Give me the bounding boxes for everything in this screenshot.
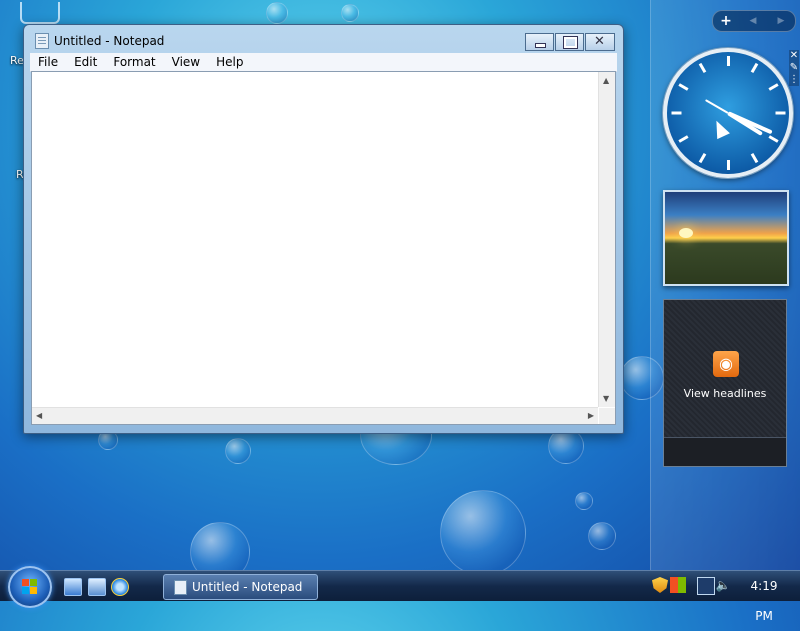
desktop-bubble xyxy=(588,522,616,550)
start-button[interactable] xyxy=(8,566,52,608)
clock-tick xyxy=(768,83,779,91)
scroll-down-icon[interactable]: ▼ xyxy=(603,394,609,403)
resize-grip-icon[interactable] xyxy=(599,408,615,424)
clock-tick xyxy=(775,111,786,115)
window-title: Untitled - Notepad xyxy=(54,34,165,48)
clock-tick xyxy=(678,83,689,91)
title-bar[interactable]: Untitled - Notepad ✕ xyxy=(24,25,623,55)
desktop-bubble xyxy=(266,2,288,24)
sidebar-controls: + ◀ ▶ xyxy=(712,10,796,32)
menu-help[interactable]: Help xyxy=(208,53,251,71)
clock-tick xyxy=(727,160,730,170)
notepad-icon xyxy=(35,33,49,49)
next-page-button[interactable]: ▶ xyxy=(767,16,795,26)
feed-headlines-gadget[interactable]: ◉ View headlines xyxy=(663,299,787,467)
security-shield-icon[interactable] xyxy=(652,577,668,593)
volume-muted-icon[interactable]: 🔈 xyxy=(715,577,731,593)
menu-file[interactable]: File xyxy=(30,53,66,71)
gadget-tools: ✕ ✎ ⋮ xyxy=(789,50,799,86)
slideshow-gadget[interactable] xyxy=(663,190,789,286)
notepad-icon xyxy=(174,580,187,595)
menu-view[interactable]: View xyxy=(164,53,208,71)
feed-footer xyxy=(664,437,786,466)
clock-gadget[interactable] xyxy=(663,48,793,178)
maximize-button[interactable] xyxy=(555,33,584,51)
clock-tick xyxy=(727,56,730,66)
vertical-scrollbar[interactable]: ▲ ▼ xyxy=(598,72,615,407)
previous-page-button[interactable]: ◀ xyxy=(739,16,767,26)
desktop-bubble xyxy=(575,492,593,510)
drag-handle-icon[interactable]: ⋮ xyxy=(789,74,799,86)
rss-icon: ◉ xyxy=(713,351,739,377)
desktop-bubble xyxy=(440,490,526,576)
add-gadget-button[interactable]: + xyxy=(713,13,739,29)
second-hand xyxy=(704,99,729,114)
taskbar: Untitled - Notepad 🔈 4:19 PM xyxy=(0,566,800,623)
windows-logo-icon xyxy=(22,579,38,595)
text-editor[interactable] xyxy=(32,72,598,407)
scroll-right-icon[interactable]: ▶ xyxy=(588,411,594,420)
recycle-bin-icon[interactable] xyxy=(20,2,60,24)
desktop-icon-label[interactable]: Re xyxy=(10,54,24,67)
horizontal-scrollbar[interactable]: ◀ ▶ xyxy=(32,407,598,424)
sunset-image xyxy=(679,228,693,238)
clock-tick xyxy=(698,62,707,74)
switch-windows-icon[interactable] xyxy=(88,578,106,596)
menu-edit[interactable]: Edit xyxy=(66,53,105,71)
clock-tick xyxy=(750,152,759,164)
clock-tick xyxy=(750,62,759,74)
internet-explorer-icon[interactable] xyxy=(111,578,129,596)
menu-bar: File Edit Format View Help xyxy=(30,53,617,72)
network-icon[interactable] xyxy=(697,577,715,595)
minute-hand xyxy=(727,111,773,135)
clock-tick xyxy=(698,152,707,164)
taskbar-notepad-label: Untitled - Notepad xyxy=(192,580,303,594)
close-button[interactable]: ✕ xyxy=(585,33,615,51)
desktop-bubble xyxy=(225,438,251,464)
scroll-left-icon[interactable]: ◀ xyxy=(36,411,42,420)
clock-tick xyxy=(678,135,689,143)
minimize-icon xyxy=(535,43,546,48)
clock-tick xyxy=(671,111,682,115)
desktop-bubble xyxy=(341,4,359,22)
editor-area: ▲ ▼ ◀ ▶ xyxy=(31,71,616,425)
close-icon: ✕ xyxy=(594,34,605,49)
wrench-icon[interactable]: ✎ xyxy=(789,62,799,74)
close-icon[interactable]: ✕ xyxy=(789,50,799,62)
scroll-up-icon[interactable]: ▲ xyxy=(603,76,609,85)
window-buttons: ✕ xyxy=(524,33,615,51)
show-desktop-icon[interactable] xyxy=(64,578,82,596)
feed-label[interactable]: View headlines xyxy=(664,387,786,400)
windows-flag-icon[interactable] xyxy=(670,577,686,593)
menu-format[interactable]: Format xyxy=(105,53,163,71)
maximize-icon xyxy=(563,36,578,49)
notepad-window: Untitled - Notepad ✕ File Edit Format Vi… xyxy=(23,24,624,434)
taskbar-clock[interactable]: 4:19 PM xyxy=(740,571,788,631)
minimize-button[interactable] xyxy=(525,33,554,51)
taskbar-notepad-button[interactable]: Untitled - Notepad xyxy=(163,574,318,600)
clock-tick xyxy=(768,135,779,143)
